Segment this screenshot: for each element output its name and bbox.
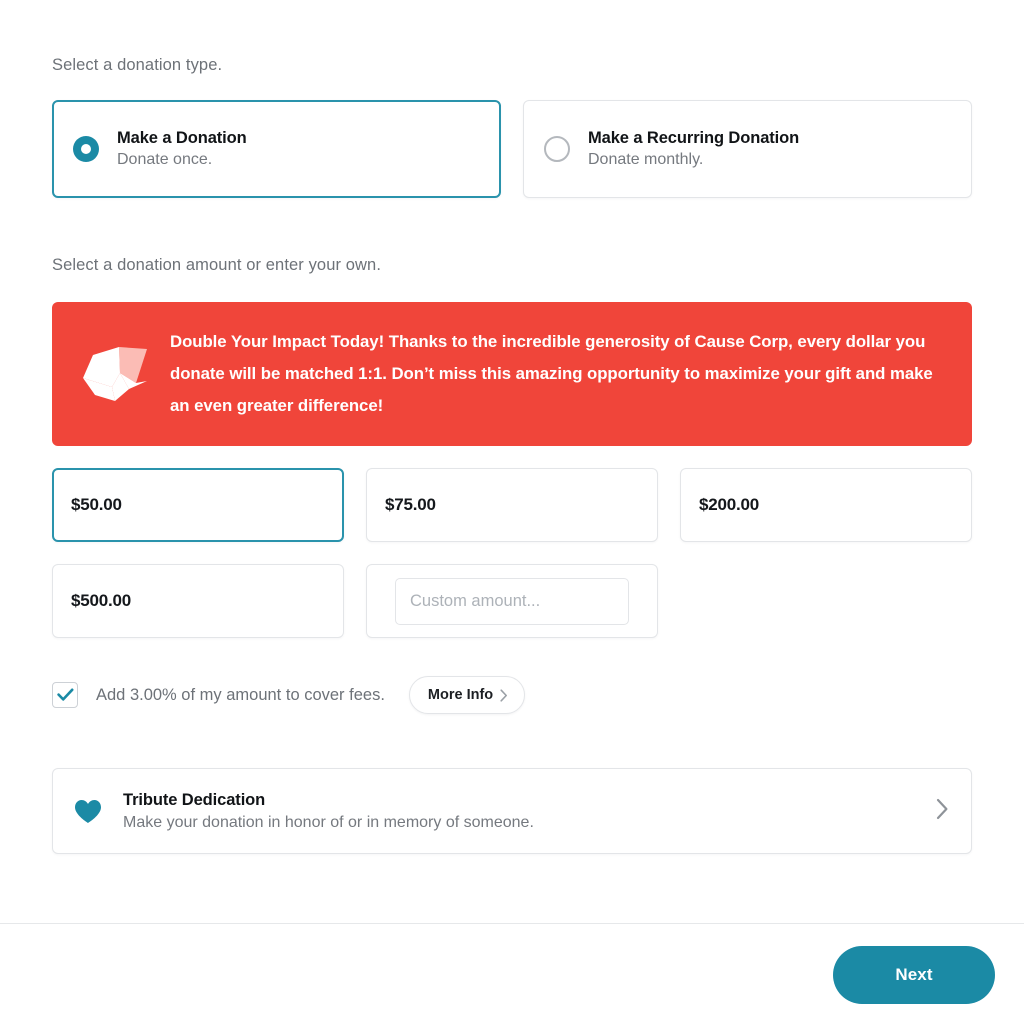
amount-option-custom[interactable] — [366, 564, 658, 638]
origami-crane-icon — [52, 343, 170, 405]
more-info-button[interactable]: More Info — [408, 676, 526, 714]
donation-amount-options: $50.00 $75.00 $200.00 $500.00 — [52, 468, 972, 638]
heart-icon — [73, 799, 103, 824]
cover-fees-label: Add 3.00% of my amount to cover fees. — [96, 685, 385, 704]
cover-fees-checkbox[interactable] — [52, 682, 78, 708]
option-title: Make a Recurring Donation — [588, 129, 800, 147]
cover-fees-row: Add 3.00% of my amount to cover fees. Mo… — [52, 676, 526, 714]
amount-option-200[interactable]: $200.00 — [680, 468, 972, 542]
donation-type-option-recurring[interactable]: Make a Recurring Donation Donate monthly… — [523, 100, 972, 198]
radio-selected-icon[interactable] — [73, 136, 99, 162]
radio-unselected-icon[interactable] — [544, 136, 570, 162]
donation-type-option-one-time[interactable]: Make a Donation Donate once. — [52, 100, 501, 198]
tribute-title: Tribute Dedication — [123, 790, 266, 809]
footer-divider — [0, 923, 1024, 924]
donation-type-options: Make a Donation Donate once. Make a Recu… — [52, 100, 972, 198]
tribute-chevron-right-icon[interactable] — [936, 798, 949, 825]
amount-option-500[interactable]: $500.00 — [52, 564, 344, 638]
tribute-dedication-card[interactable]: Tribute Dedication Make your donation in… — [52, 768, 972, 854]
next-button[interactable]: Next — [833, 946, 995, 1004]
donation-form-page: Select a donation type. Make a Donation … — [0, 0, 1024, 1024]
match-promo-banner: Double Your Impact Today! Thanks to the … — [52, 302, 972, 446]
option-subtitle: Donate monthly. — [588, 151, 704, 168]
option-text-group: Make a Recurring Donation Donate monthly… — [588, 129, 799, 169]
more-info-label: More Info — [427, 687, 494, 703]
tribute-subtitle: Make your donation in honor of or in mem… — [123, 813, 534, 831]
option-text-group: Make a Donation Donate once. — [117, 129, 247, 169]
option-subtitle: Donate once. — [117, 151, 213, 168]
amount-option-50[interactable]: $50.00 — [52, 468, 344, 542]
match-promo-text: Double Your Impact Today! Thanks to the … — [170, 332, 933, 415]
tribute-text-group: Tribute Dedication Make your donation in… — [123, 791, 936, 832]
amount-option-75[interactable]: $75.00 — [366, 468, 658, 542]
donation-type-label: Select a donation type. — [52, 56, 223, 74]
checkmark-icon — [56, 688, 73, 701]
donation-amount-label: Select a donation amount or enter your o… — [52, 256, 381, 274]
option-title: Make a Donation — [117, 129, 247, 147]
chevron-right-icon — [500, 688, 508, 702]
custom-amount-input[interactable] — [395, 577, 629, 625]
